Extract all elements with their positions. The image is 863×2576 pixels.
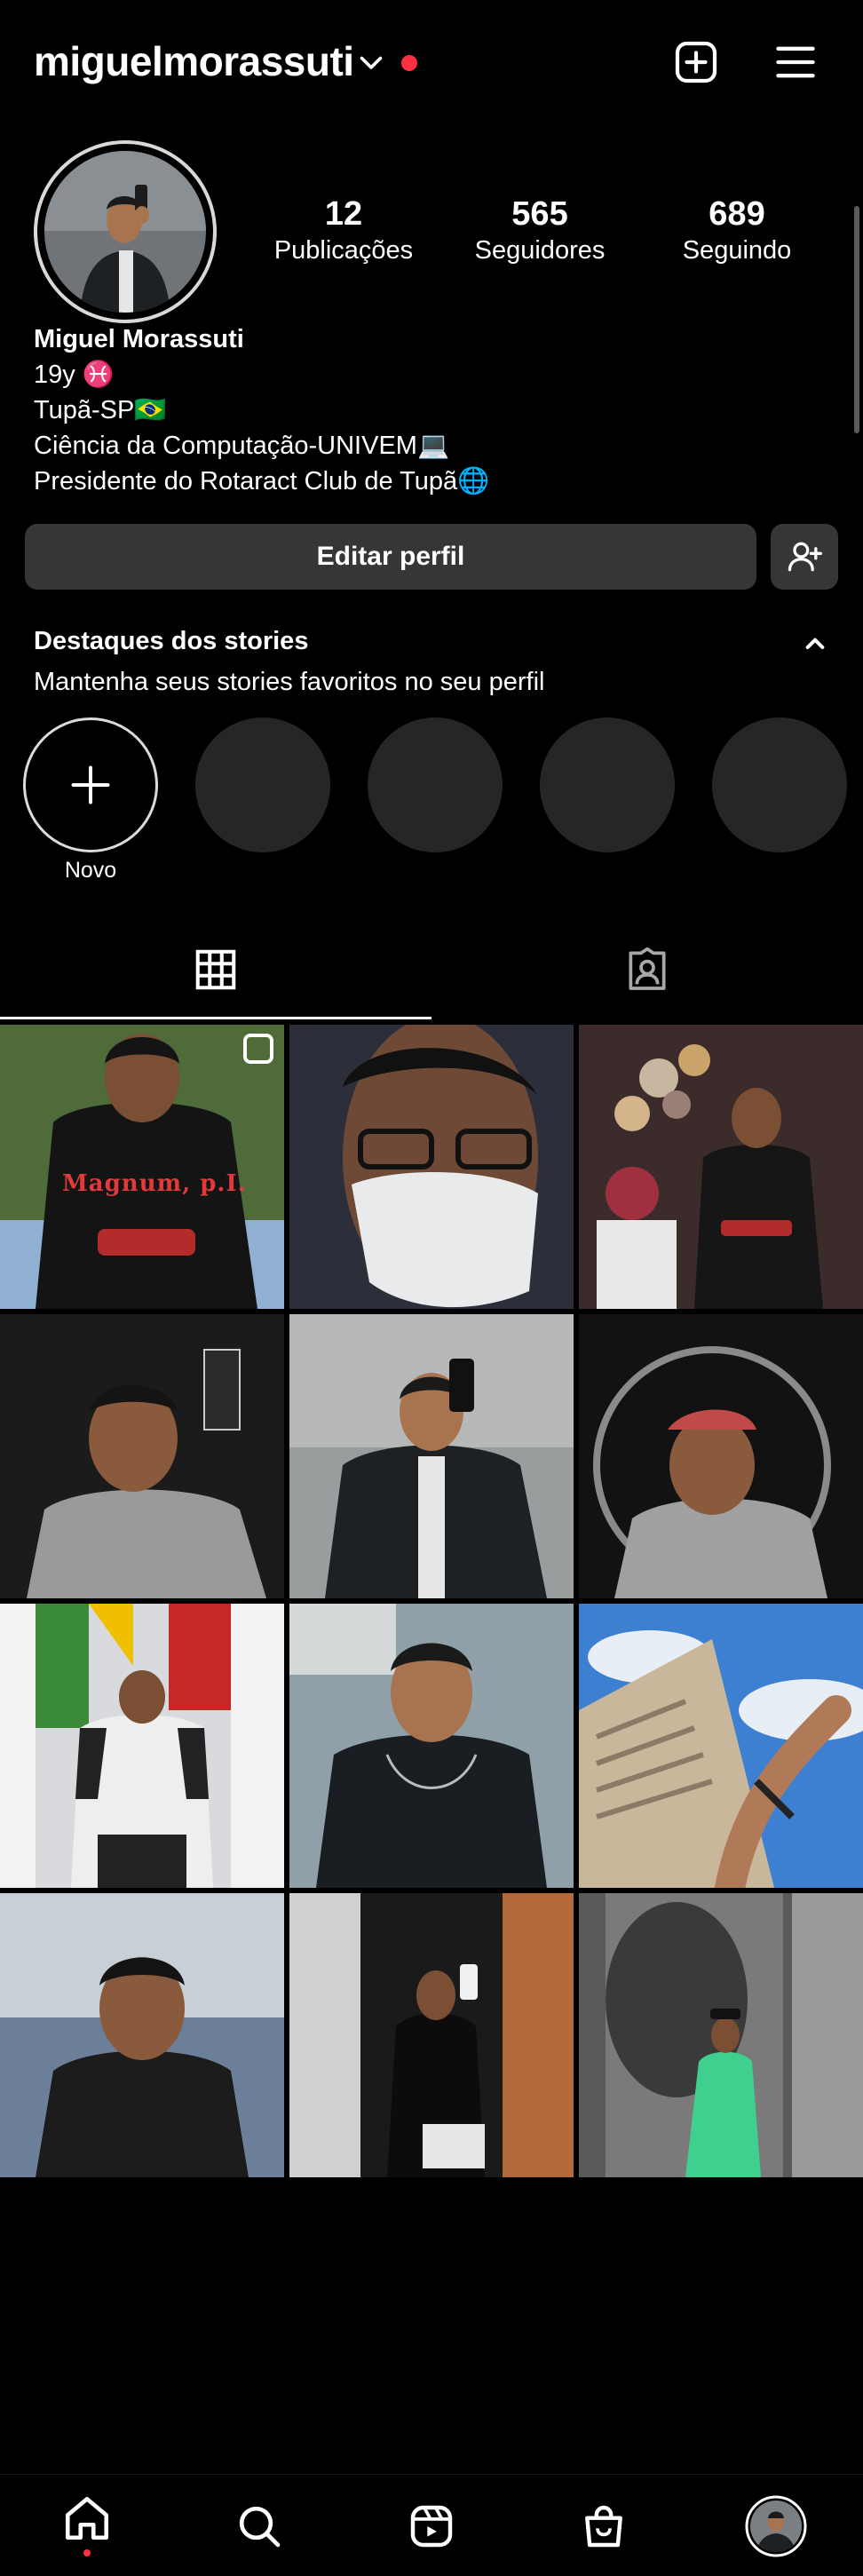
post-image xyxy=(0,1893,284,2177)
bio-line: Presidente do Rotaract Club de Tupã🌐 xyxy=(34,467,490,495)
menu-button[interactable] xyxy=(767,34,824,91)
new-post-button[interactable] xyxy=(668,34,724,91)
grid-icon xyxy=(195,949,236,990)
highlight-placeholder xyxy=(712,717,847,852)
menu-icon xyxy=(776,46,815,78)
post-thumbnail[interactable] xyxy=(579,1025,863,1309)
active-tab-indicator xyxy=(0,1017,432,1019)
post-image xyxy=(579,1314,863,1598)
post-thumbnail[interactable]: Magnum, p.I. xyxy=(0,1025,284,1309)
search-icon xyxy=(239,2506,281,2548)
tab-posts-grid[interactable] xyxy=(0,920,432,1019)
stat-followers[interactable]: 565 Seguidores xyxy=(451,194,629,266)
tagged-icon xyxy=(629,947,666,990)
post-image xyxy=(289,1314,574,1598)
highlight-placeholder xyxy=(540,717,675,852)
chevron-up-icon[interactable] xyxy=(797,625,833,661)
chevron-down-icon[interactable] xyxy=(355,46,387,78)
scrollbar[interactable] xyxy=(854,206,859,433)
display-name: Miguel Morassuti xyxy=(34,325,244,353)
post-thumbnail[interactable] xyxy=(0,1604,284,1888)
shirt-print-text: Magnum, p.I. xyxy=(62,1170,247,1197)
add-user-icon xyxy=(788,542,822,572)
profile-bio: Miguel Morassuti 19y ♓ Tupã-SP🇧🇷 Ciência… xyxy=(34,321,489,499)
shop-icon xyxy=(585,2505,622,2548)
post-image xyxy=(0,1314,284,1598)
home-notification-dot xyxy=(83,2549,91,2556)
post-thumbnail[interactable] xyxy=(579,1604,863,1888)
posts-grid: Magnum, p.I. xyxy=(0,1025,863,2179)
stat-following[interactable]: 689 Seguindo xyxy=(648,194,826,266)
nav-shop[interactable] xyxy=(559,2486,648,2566)
post-image xyxy=(0,1025,284,1309)
post-thumbnail[interactable] xyxy=(0,1314,284,1598)
post-thumbnail[interactable] xyxy=(289,1893,574,2177)
nav-reels[interactable] xyxy=(387,2486,476,2566)
profile-avatar xyxy=(745,2495,807,2557)
tab-tagged[interactable] xyxy=(432,920,863,1019)
following-label: Seguindo xyxy=(682,236,792,265)
bio-line: 19y ♓ xyxy=(34,361,115,389)
post-thumbnail[interactable] xyxy=(289,1025,574,1309)
posts-count: 12 xyxy=(324,195,363,233)
post-image xyxy=(579,1604,863,1888)
followers-label: Seguidores xyxy=(474,236,606,265)
post-thumbnail[interactable] xyxy=(579,1314,863,1598)
bio-line: Ciência da Computação-UNIVEM💻 xyxy=(34,432,450,460)
highlight-placeholder xyxy=(368,717,503,852)
notification-dot xyxy=(401,55,417,71)
nav-home[interactable] xyxy=(43,2486,131,2566)
edit-profile-button[interactable]: Editar perfil xyxy=(25,524,756,590)
profile-picture[interactable] xyxy=(34,140,217,323)
nav-search[interactable] xyxy=(215,2486,304,2566)
highlight-placeholder xyxy=(195,717,330,852)
highlights-title: Destaques dos stories xyxy=(34,627,309,655)
post-image xyxy=(579,1893,863,2177)
new-highlight-button[interactable] xyxy=(23,717,158,852)
new-highlight-label: Novo xyxy=(64,858,117,883)
home-icon xyxy=(65,2496,109,2540)
post-thumbnail[interactable] xyxy=(0,1893,284,2177)
reels-icon xyxy=(410,2505,453,2548)
top-bar: miguelmorassuti xyxy=(0,0,863,124)
avatar xyxy=(44,151,206,313)
account-username[interactable]: miguelmorassuti xyxy=(34,37,354,85)
stat-posts[interactable]: 12 Publicações xyxy=(255,194,432,266)
bio-line: Tupã-SP🇧🇷 xyxy=(34,396,167,424)
post-thumbnail[interactable] xyxy=(579,1893,863,2177)
highlights-subtitle: Mantenha seus stories favoritos no seu p… xyxy=(34,668,545,696)
post-image xyxy=(289,1604,574,1888)
post-image xyxy=(579,1025,863,1309)
posts-label: Publicações xyxy=(273,236,414,265)
discover-people-button[interactable] xyxy=(771,524,838,590)
post-image xyxy=(289,1025,574,1309)
post-thumbnail[interactable] xyxy=(289,1604,574,1888)
followers-count: 565 xyxy=(511,195,568,233)
following-count: 689 xyxy=(709,195,765,233)
post-image xyxy=(0,1604,284,1888)
nav-profile[interactable] xyxy=(732,2486,820,2566)
post-thumbnail[interactable] xyxy=(289,1314,574,1598)
new-post-icon xyxy=(675,41,717,83)
post-image xyxy=(289,1893,574,2177)
plus-icon xyxy=(71,765,110,805)
